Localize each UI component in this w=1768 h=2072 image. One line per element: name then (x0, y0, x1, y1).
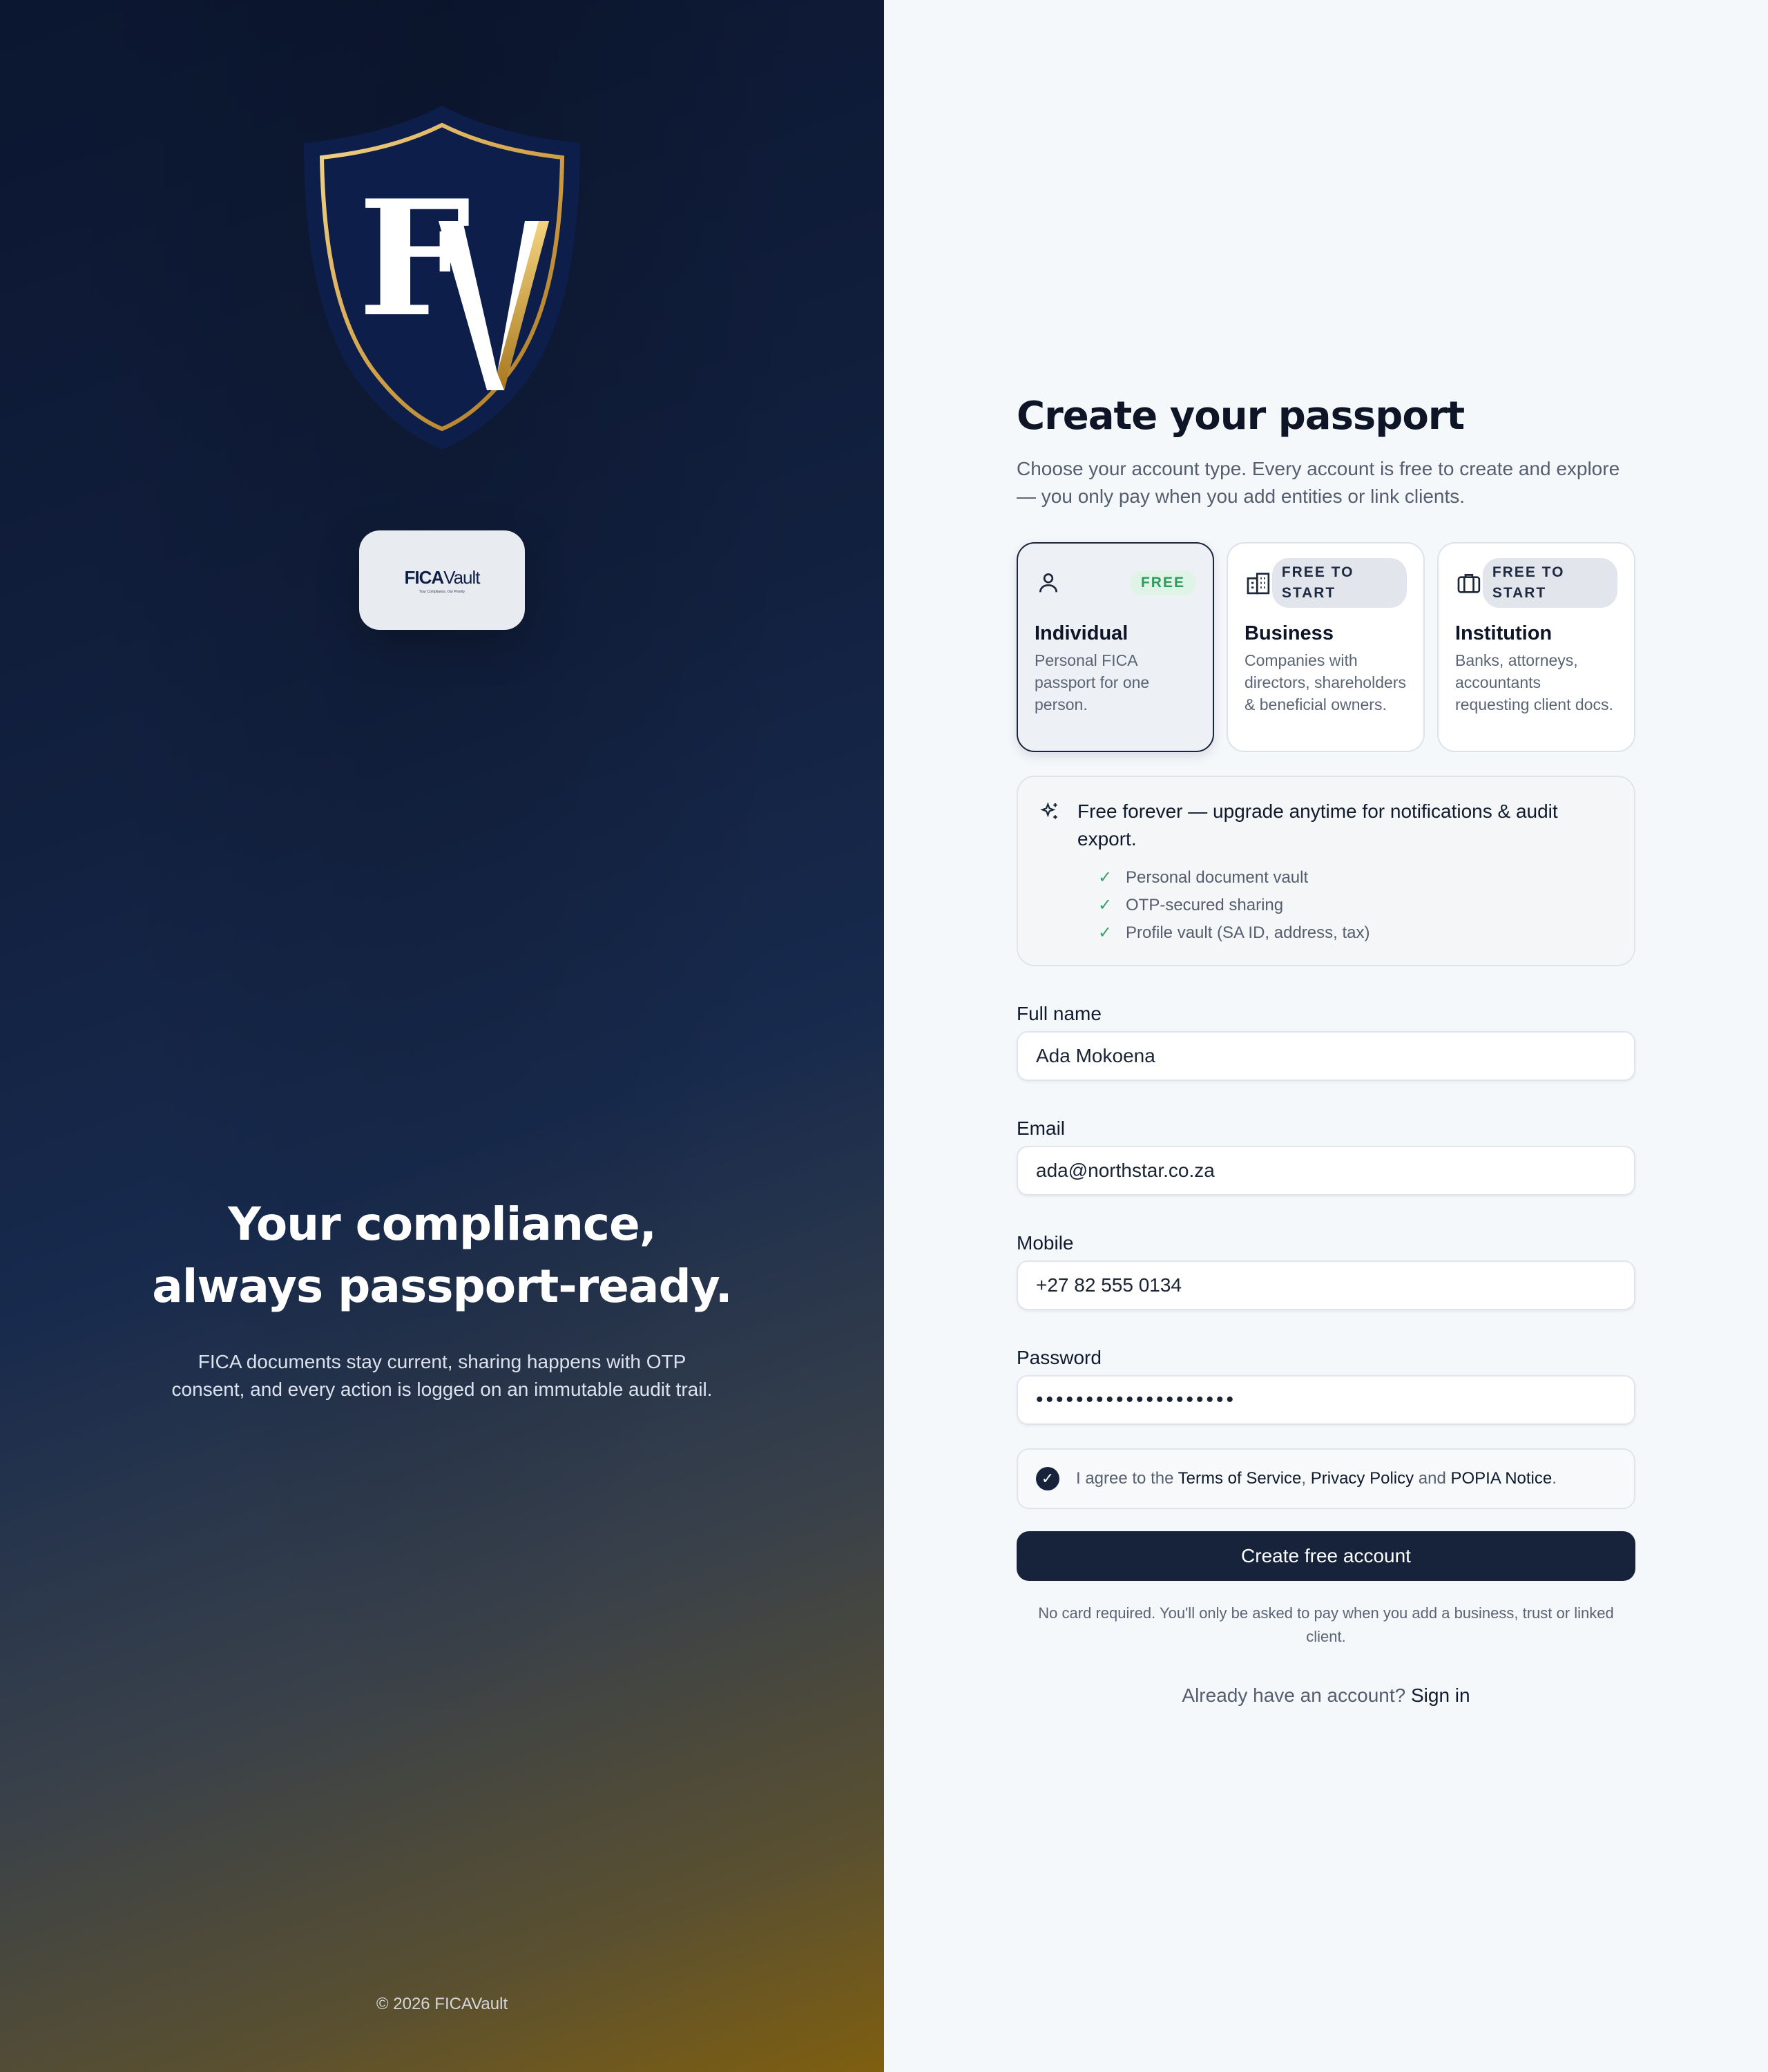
email-input[interactable] (1017, 1146, 1635, 1196)
briefcase-icon (1457, 574, 1481, 593)
account-type-name: Business (1245, 622, 1334, 644)
account-type-description: Personal FICA passport for one person. (1035, 651, 1150, 713)
hero-body: FICA documents stay current, sharing hap… (171, 1351, 713, 1400)
account-type-description: Banks, attorneys, accountants requesting… (1455, 651, 1613, 713)
full-name-label: Full name (1017, 1003, 1102, 1024)
password-input[interactable] (1017, 1375, 1635, 1425)
consent-text: I agree to the Terms of Service, Privacy… (1076, 1469, 1557, 1488)
account-type-business[interactable]: FREE TO START Business Companies with di… (1227, 542, 1425, 752)
account-type-institution[interactable]: FREE TO START Institution Banks, attorne… (1437, 542, 1635, 752)
mobile-label: Mobile (1017, 1232, 1074, 1254)
shield-crest-logo: F (304, 106, 580, 449)
plan-summary: Free forever — upgrade anytime for notif… (1017, 776, 1635, 966)
email-field-group: Email (1017, 1118, 1635, 1196)
consent-row: ✓ I agree to the Terms of Service, Priva… (1017, 1448, 1635, 1509)
list-item: ✓ Personal document vault (1098, 864, 1613, 892)
page-subtitle: Choose your account type. Every account … (1017, 458, 1620, 507)
user-icon (1039, 573, 1057, 593)
full-name-input[interactable] (1017, 1031, 1635, 1081)
hero-heading-line-2: always passport-ready. (152, 1260, 732, 1313)
payment-note: No card required. You'll only be asked t… (1038, 1604, 1614, 1645)
hero-heading-line-1: Your compliance, (228, 1198, 657, 1251)
sign-in-link[interactable]: Sign in (1411, 1685, 1470, 1706)
terms-link[interactable]: Terms of Service (1178, 1469, 1302, 1488)
hero-heading: Your compliance, always passport-ready. (0, 1193, 884, 1318)
free-badge: FREE (1129, 570, 1196, 595)
account-type-name: Individual (1035, 622, 1128, 644)
building-icon (1247, 573, 1270, 595)
password-field-group: Password (1017, 1347, 1635, 1425)
account-type-name: Institution (1455, 622, 1553, 644)
list-item: ✓ OTP-secured sharing (1098, 892, 1613, 919)
privacy-policy-link[interactable]: Privacy Policy (1311, 1469, 1414, 1488)
create-account-button[interactable]: Create free account (1017, 1531, 1635, 1581)
check-icon: ✓ (1098, 896, 1113, 914)
password-label: Password (1017, 1347, 1102, 1368)
consent-checkbox[interactable]: ✓ (1036, 1467, 1059, 1490)
free-to-start-badge: FREE TO START (1482, 558, 1617, 608)
check-icon: ✓ (1098, 868, 1113, 887)
page-title: Create your passport (1017, 394, 1465, 439)
mobile-field-group: Mobile (1017, 1233, 1635, 1310)
full-name-field-group: Full name (1017, 1004, 1635, 1081)
hero: Your compliance, always passport-ready. … (0, 1193, 884, 1403)
account-type-description: Companies with directors, shareholders &… (1245, 651, 1406, 713)
email-label: Email (1017, 1117, 1066, 1139)
logo-wordmark: FICAVault (404, 566, 480, 588)
list-item: ✓ Profile vault (SA ID, address, tax) (1098, 919, 1613, 947)
plan-title: Free forever — upgrade anytime for notif… (1077, 800, 1558, 850)
copyright: © 2026 FICAVault (376, 1995, 508, 2013)
brand-panel: F FICAVault Your Compliance, Our Priorit… (0, 0, 884, 2072)
plan-feature-list: ✓ Personal document vault ✓ OTP-secured sh… (1098, 864, 1613, 947)
check-icon: ✓ (1098, 923, 1113, 942)
account-type-individual[interactable]: FREE Individual Personal FICA passport f… (1017, 542, 1214, 752)
account-type-selector: FREE Individual Personal FICA passport f… (1017, 542, 1635, 752)
mobile-input[interactable] (1017, 1260, 1635, 1310)
fica-vault-logo-card: FICAVault Your Compliance, Our Priority (359, 530, 525, 630)
signup-panel: Create your passport Choose your account… (884, 0, 1768, 2072)
sparkles-icon (1040, 802, 1057, 819)
signin-prompt: Already have an account? Sign in (1182, 1685, 1470, 1706)
free-to-start-badge: FREE TO START (1271, 558, 1407, 608)
signup-form: Create your passport Choose your account… (1017, 390, 1635, 1707)
logo-tagline: Your Compliance, Our Priority (419, 589, 465, 594)
popia-notice-link[interactable]: POPIA Notice (1451, 1469, 1553, 1488)
